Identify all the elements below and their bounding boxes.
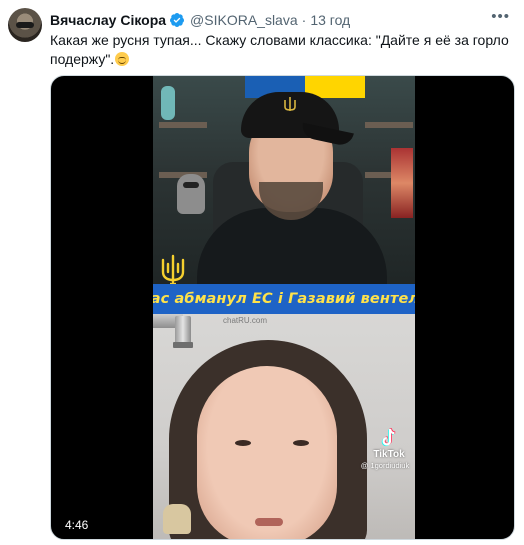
user-handle[interactable]: @SIKORA_slava	[190, 12, 298, 28]
trident-logo-icon	[161, 254, 185, 286]
video-top-scene: Вас абманул ЕС і Газавий вентель	[153, 76, 415, 314]
timestamp[interactable]: 13 год	[310, 12, 350, 28]
video-bottom-scene: chatRU.com TikTok @ 1gordiudiuk	[153, 314, 415, 539]
watermark-text: chatRU.com	[223, 316, 268, 325]
toy-figure	[177, 174, 205, 214]
separator-dot: ·	[301, 12, 307, 28]
caption-banner: Вас абманул ЕС і Газавий вентель	[153, 284, 415, 314]
wall-poster	[391, 148, 413, 218]
video-player[interactable]: Вас абманул ЕС і Газавий вентель chatRU.…	[50, 75, 515, 540]
lamp-light	[161, 86, 175, 120]
tiktok-watermark: TikTok @ 1gordiudiuk	[361, 428, 413, 470]
tiktok-username: @ 1gordiudiuk	[360, 461, 410, 470]
avatar[interactable]	[8, 8, 42, 42]
gas-pipe-cap	[173, 342, 193, 348]
caption-text: Вас абманул ЕС і Газавий вентель	[153, 291, 415, 307]
tweet-header: Вячаслау Сікора @SIKORA_slava · 13 год	[50, 11, 350, 29]
tweet[interactable]: Вячаслау Сікора @SIKORA_slava · 13 год •…	[0, 0, 524, 545]
shelf	[159, 122, 207, 128]
woman-mouth	[255, 518, 283, 526]
woman-eye	[235, 440, 251, 446]
tweet-text: Какая же русня тупая... Скажу словами кл…	[50, 31, 510, 69]
cat	[163, 504, 191, 534]
woman-face	[197, 366, 337, 539]
display-name[interactable]: Вячаслау Сікора	[50, 12, 166, 28]
woman-eye	[293, 440, 309, 446]
cap-trident-icon	[284, 97, 296, 111]
tiktok-brand: TikTok	[373, 449, 405, 460]
verified-badge-icon	[170, 13, 185, 27]
video-duration: 4:46	[65, 518, 89, 532]
tiktok-icon	[381, 428, 396, 447]
shelf	[365, 122, 413, 128]
more-options-icon[interactable]: •••	[491, 9, 510, 24]
gas-pipe-elbow	[175, 316, 191, 344]
relieved-face-emoji-icon	[115, 52, 130, 66]
video-frame: Вас абманул ЕС і Газавий вентель chatRU.…	[153, 76, 415, 539]
